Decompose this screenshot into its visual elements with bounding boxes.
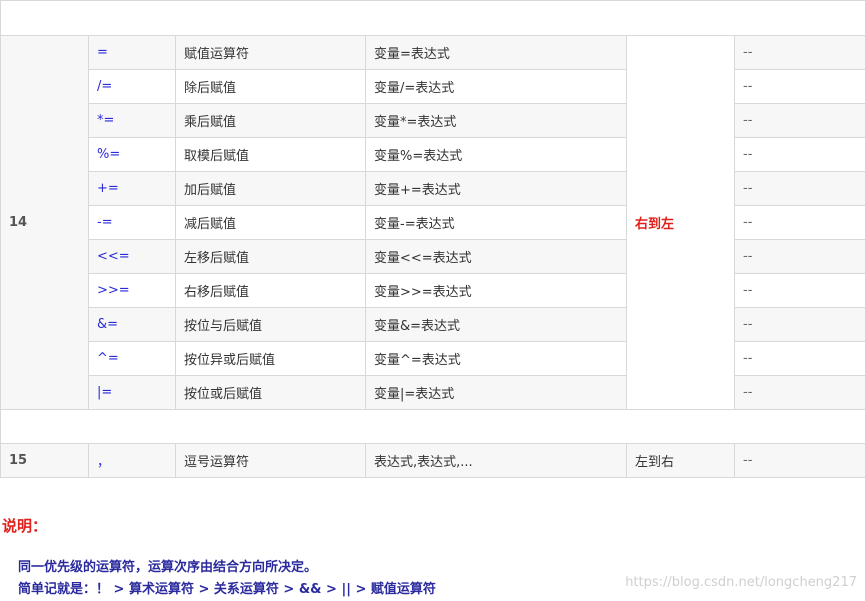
table-row: |= 按位或后赋值 变量|=表达式 -- [1, 375, 865, 410]
usage-cell: 表达式,表达式,... [365, 443, 627, 478]
usage-cell: 变量>>=表达式 [365, 273, 627, 308]
name-cell: 乘后赋值 [175, 103, 366, 138]
table-row: <<= 左移后赋值 变量<<=表达式 -- [1, 239, 865, 274]
name-cell: 赋值运算符 [175, 35, 366, 70]
usage-cell: 变量+=表达式 [365, 171, 627, 206]
table-row: -= 减后赋值 变量-=表达式 -- [1, 205, 865, 240]
note-cell: -- [733, 137, 865, 172]
name-cell: 取模后赋值 [175, 137, 366, 172]
notes-line-1: 同一优先级的运算符，运算次序由结合方向所决定。 [18, 560, 318, 575]
note-cell: -- [733, 69, 865, 104]
table-row: += 加后赋值 变量+=表达式 -- [1, 171, 865, 206]
table-row: %= 取模后赋值 变量%=表达式 -- [1, 137, 865, 172]
spacer-row [0, 409, 865, 444]
watermark: https://blog.csdn.net/longcheng217 [625, 575, 857, 590]
operator-cell: <<= [88, 239, 176, 274]
notes-line-2: 简单记就是：！ > 算术运算符 > 关系运算符 > && > || > 赋值运算… [18, 582, 436, 597]
name-cell: 减后赋值 [175, 205, 366, 240]
usage-cell: 变量*=表达式 [365, 103, 627, 138]
usage-cell: 变量%=表达式 [365, 137, 627, 172]
table-row: &= 按位与后赋值 变量&=表达式 -- [1, 307, 865, 342]
operator-cell: ， [88, 443, 176, 478]
table-row: /= 除后赋值 变量/=表达式 -- [1, 69, 865, 104]
operator-cell: -= [88, 205, 176, 240]
usage-cell: 变量<<=表达式 [365, 239, 627, 274]
note-cell: -- [733, 205, 865, 240]
operator-cell: /= [88, 69, 176, 104]
note-cell: -- [733, 443, 865, 478]
priority-cell: 15 [0, 443, 89, 478]
note-cell: -- [733, 375, 865, 410]
operator-cell: &= [88, 307, 176, 342]
table-row: >>= 右移后赋值 变量>>=表达式 -- [1, 273, 865, 308]
usage-cell: 变量^=表达式 [365, 341, 627, 376]
operator-cell: = [88, 35, 176, 70]
usage-cell: 变量/=表达式 [365, 69, 627, 104]
usage-cell: 变量&=表达式 [365, 307, 627, 342]
note-cell: -- [733, 103, 865, 138]
name-cell: 按位与后赋值 [175, 307, 366, 342]
associativity-cell: 右到左 [626, 35, 735, 410]
table-row: 15，逗号运算符 表达式,表达式,... 左到右 -- [0, 443, 865, 478]
name-cell: 加后赋值 [175, 171, 366, 206]
operator-cell: |= [88, 375, 176, 410]
note-cell: -- [733, 307, 865, 342]
table-row: *= 乘后赋值 变量*=表达式 -- [1, 103, 865, 138]
note-cell: -- [733, 273, 865, 308]
table-row: 14 = 赋值运算符 变量=表达式 右到左 -- [0, 35, 865, 410]
spacer-row [0, 0, 865, 36]
table-row: ^= 按位异或后赋值 变量^=表达式 -- [1, 341, 865, 376]
associativity-cell: 左到右 [626, 443, 735, 478]
priority-cell: 14 [0, 35, 89, 410]
notes-title: 说明： [2, 517, 48, 535]
note-cell: -- [733, 341, 865, 376]
operator-cell: *= [88, 103, 176, 138]
name-cell: 左移后赋值 [175, 239, 366, 274]
operator-cell: %= [88, 137, 176, 172]
operator-precedence-table: 14 = 赋值运算符 变量=表达式 右到左 --/= 除后赋值 变量/=表达式 -- *= 乘后赋值… [0, 0, 865, 478]
usage-cell: 变量-=表达式 [365, 205, 627, 240]
name-cell: 按位异或后赋值 [175, 341, 366, 376]
name-cell: 逗号运算符 [175, 443, 366, 478]
name-cell: 右移后赋值 [175, 273, 366, 308]
operator-cell: += [88, 171, 176, 206]
name-cell: 除后赋值 [175, 69, 366, 104]
operator-cell: ^= [88, 341, 176, 376]
name-cell: 按位或后赋值 [175, 375, 366, 410]
operator-cell: >>= [88, 273, 176, 308]
note-cell: -- [733, 171, 865, 206]
note-cell: -- [733, 239, 865, 274]
note-cell: -- [733, 35, 865, 70]
usage-cell: 变量|=表达式 [365, 375, 627, 410]
usage-cell: 变量=表达式 [365, 35, 627, 70]
